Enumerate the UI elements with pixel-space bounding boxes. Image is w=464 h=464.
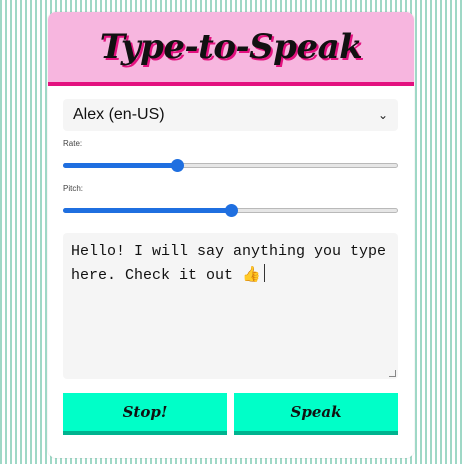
pitch-label: Pitch: xyxy=(63,184,84,193)
voice-select-value: Alex (en-US) xyxy=(73,106,165,123)
rate-slider[interactable] xyxy=(63,156,398,176)
message-text: Hello! I will say anything you type here… xyxy=(71,243,387,284)
pitch-slider-thumb[interactable] xyxy=(224,204,238,217)
pitch-slider-fill xyxy=(63,208,231,213)
rate-slider-fill xyxy=(63,163,177,168)
chevron-down-icon: ⌄ xyxy=(377,108,388,122)
app-card: Type-to-Speak Alex (en-US) ⌄ Rate: Pitch… xyxy=(48,12,414,458)
app-title: Type-to-Speak xyxy=(99,27,363,67)
stop-button[interactable]: Stop! xyxy=(63,393,227,435)
text-caret xyxy=(263,264,265,282)
pitch-slider[interactable] xyxy=(63,201,398,221)
app-header: Type-to-Speak xyxy=(48,12,414,86)
app-body: Alex (en-US) ⌄ Rate: Pitch: Hello! I wil… xyxy=(48,86,414,435)
message-textarea[interactable]: Hello! I will say anything you type here… xyxy=(63,233,398,379)
rate-slider-thumb[interactable] xyxy=(170,159,184,172)
button-row: Stop! Speak xyxy=(63,393,398,435)
speak-button[interactable]: Speak xyxy=(234,393,398,435)
resize-handle-icon[interactable] xyxy=(389,370,396,377)
rate-label: Rate: xyxy=(63,139,83,148)
voice-select[interactable]: Alex (en-US) ⌄ xyxy=(63,99,398,131)
